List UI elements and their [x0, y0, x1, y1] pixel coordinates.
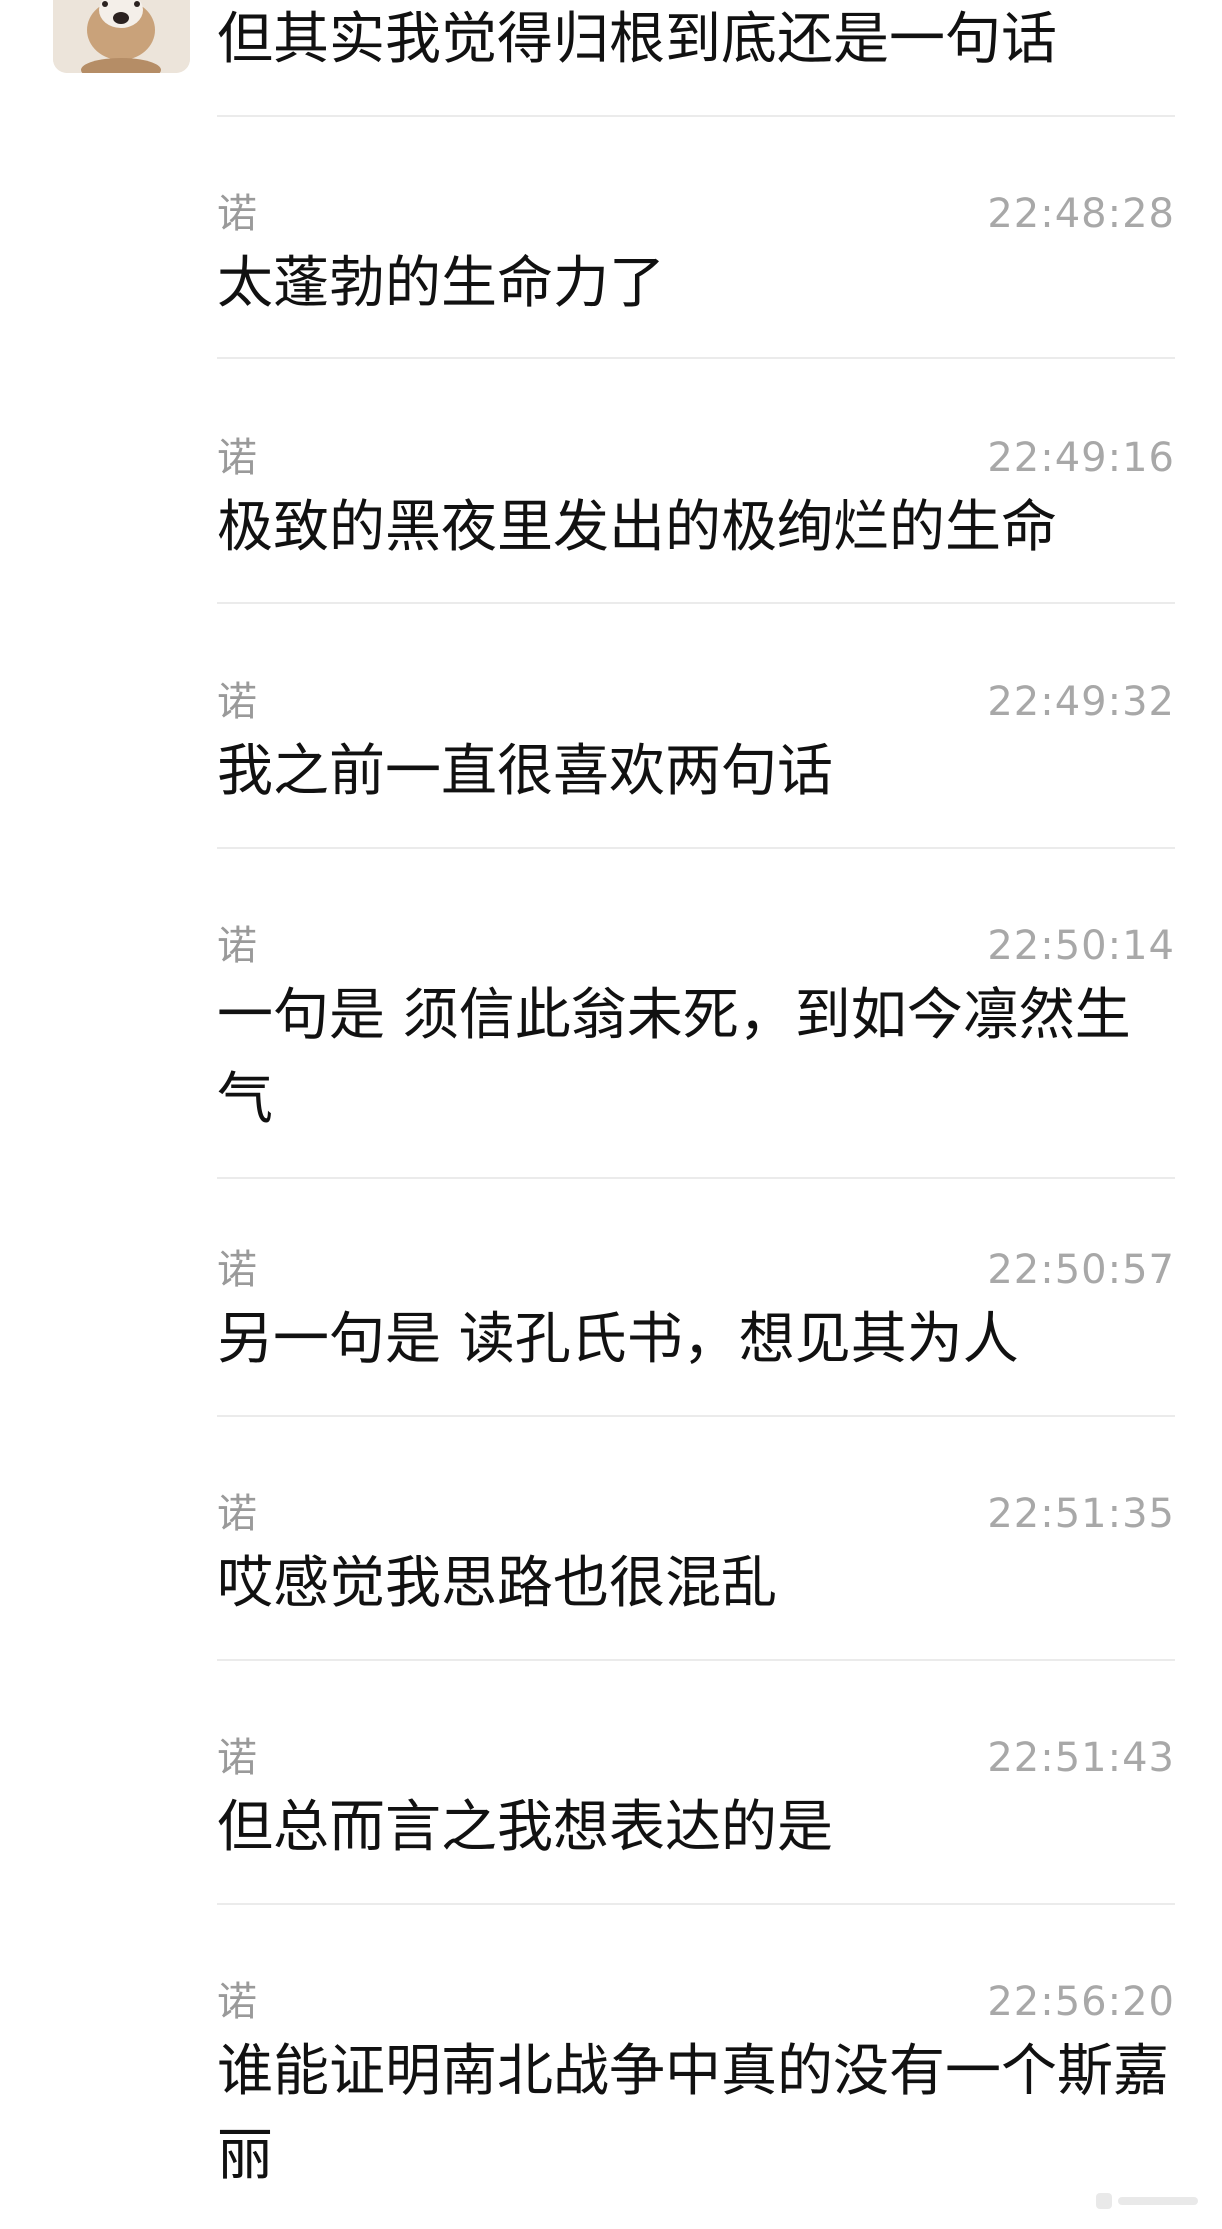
message-item[interactable]: 诺 22:50:14 一句是 须信此翁未死，到如今凛然生气: [217, 916, 1175, 1142]
message-time: 22:48:28: [987, 191, 1175, 237]
message-text: 另一句是 读孔氏书，想见其为人: [217, 1307, 1019, 1372]
message-time: 22:50:57: [987, 1247, 1175, 1293]
message-time: 22:51:35: [987, 1491, 1175, 1537]
message-item[interactable]: 诺 22:51:35 哎感觉我思路也很混乱: [217, 1484, 1175, 1626]
message-sender: 诺: [217, 1979, 257, 2025]
message-item[interactable]: 诺 22:49:32 我之前一直很喜欢两句话: [217, 672, 1175, 814]
message-text: 太蓬勃的生命力了: [217, 251, 665, 316]
message-item[interactable]: 诺 22:51:43 但总而言之我想表达的是: [217, 1728, 1175, 1870]
message-divider: [217, 1903, 1175, 1905]
message-time: 22:51:43: [987, 1735, 1175, 1781]
message-sender: 诺: [217, 679, 257, 725]
message-text: 我之前一直很喜欢两句话: [217, 739, 833, 804]
message-divider: [217, 115, 1175, 117]
message-time: 22:50:14: [987, 923, 1175, 969]
message-sender: 诺: [217, 1491, 257, 1537]
message-sender: 诺: [217, 191, 257, 237]
message-divider: [217, 847, 1175, 849]
message-divider: [217, 1177, 1175, 1179]
message-text: 谁能证明南北战争中真的没有一个斯嘉丽: [217, 2039, 1169, 2188]
message-item[interactable]: 诺 22:48:28 太蓬勃的生命力了: [217, 184, 1175, 326]
message-divider: [217, 1659, 1175, 1661]
message-divider: [217, 357, 1175, 359]
message-item[interactable]: 诺 22:56:20 谁能证明南北战争中真的没有一个斯嘉丽: [217, 1972, 1175, 2198]
watermark-icon: [1094, 2185, 1204, 2215]
message-sender: 诺: [217, 1735, 257, 1781]
message-sender: 诺: [217, 923, 257, 969]
message-text: 但其实我觉得归根到底还是一句话: [217, 7, 1057, 72]
sender-avatar[interactable]: [53, 0, 190, 73]
message-divider: [217, 1415, 1175, 1417]
message-divider: [217, 602, 1175, 604]
message-time: 22:49:16: [987, 435, 1175, 481]
message-text: 但总而言之我想表达的是: [217, 1795, 833, 1860]
plush-dog-avatar-icon: [53, 0, 190, 73]
message-time: 22:49:32: [987, 679, 1175, 725]
message-item[interactable]: 诺 22:50:57 另一句是 读孔氏书，想见其为人: [217, 1240, 1175, 1382]
message-sender: 诺: [217, 435, 257, 481]
message-text: 哎感觉我思路也很混乱: [217, 1551, 777, 1616]
message-item[interactable]: 诺 22:49:16 极致的黑夜里发出的极绚烂的生命: [217, 428, 1175, 570]
message-text: 极致的黑夜里发出的极绚烂的生命: [217, 495, 1057, 560]
message-sender: 诺: [217, 1247, 257, 1293]
message-time: 22:56:20: [987, 1979, 1175, 2025]
message-text: 一句是 须信此翁未死，到如今凛然生气: [217, 983, 1131, 1132]
